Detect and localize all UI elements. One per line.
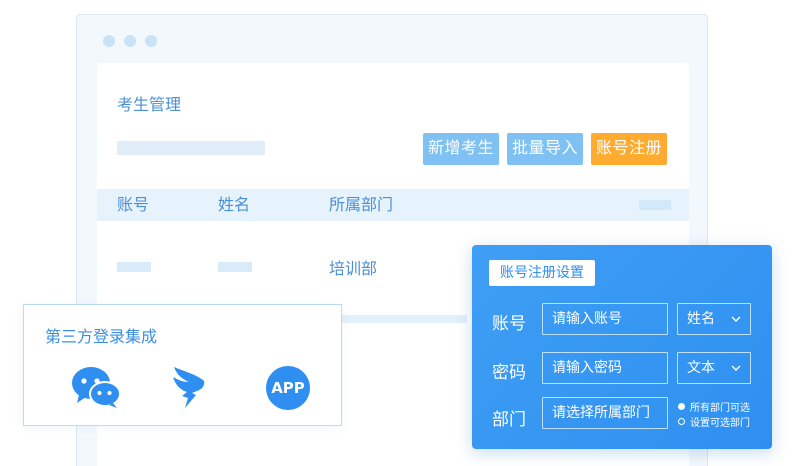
third-party-title: 第三方登录集成: [45, 327, 158, 346]
cell-name-placeholder: [218, 262, 252, 272]
account-label: 账号: [492, 314, 526, 334]
panel-title: 账号注册设置: [489, 260, 595, 286]
batch-import-button[interactable]: 批量导入: [507, 133, 583, 165]
password-select[interactable]: 文本: [677, 352, 751, 384]
add-examinee-button[interactable]: 新增考生: [423, 133, 499, 165]
dingtalk-icon[interactable]: [171, 365, 207, 409]
row-placeholder: [327, 315, 467, 323]
password-input[interactable]: 请输入密码: [542, 352, 668, 384]
account-select[interactable]: 姓名: [677, 303, 751, 335]
column-header-placeholder: [639, 200, 671, 210]
chevron-down-icon: [731, 316, 741, 322]
column-header-account: 账号: [117, 195, 150, 214]
column-header-name: 姓名: [218, 195, 251, 214]
chevron-down-icon: [731, 365, 741, 371]
app-icon[interactable]: APP: [266, 366, 310, 410]
window-dot-1[interactable]: [103, 35, 115, 47]
table-header: 账号 姓名 所属部门: [97, 189, 689, 221]
department-input[interactable]: 请选择所属部门: [542, 397, 668, 429]
department-radio-group: 所有部门可选 设置可选部门: [678, 399, 750, 429]
radio-selected-icon: [678, 402, 685, 410]
radio-set-departments[interactable]: 设置可选部门: [678, 414, 750, 429]
cell-dept: 培训部: [329, 259, 378, 278]
department-label: 部门: [492, 410, 526, 430]
search-input-placeholder[interactable]: [117, 141, 265, 155]
account-select-value: 姓名: [687, 311, 715, 327]
window-dot-3[interactable]: [145, 35, 157, 47]
window-controls: [103, 35, 157, 47]
cell-account-placeholder: [117, 262, 151, 272]
column-header-dept: 所属部门: [329, 195, 394, 214]
radio-unselected-icon: [678, 417, 685, 425]
radio-label: 设置可选部门: [690, 417, 750, 429]
account-register-button[interactable]: 账号注册: [591, 133, 667, 165]
third-party-login-card: 第三方登录集成 APP: [23, 304, 342, 426]
radio-all-departments[interactable]: 所有部门可选: [678, 399, 750, 414]
account-input[interactable]: 请输入账号: [542, 303, 668, 335]
password-select-value: 文本: [687, 360, 715, 376]
wechat-icon[interactable]: [71, 365, 121, 409]
password-label: 密码: [492, 363, 526, 383]
radio-label: 所有部门可选: [690, 402, 750, 414]
window-dot-2[interactable]: [124, 35, 136, 47]
register-settings-panel: 账号注册设置 账号 请输入账号 姓名 密码 请输入密码 文本 部门 请选择所属部…: [472, 245, 772, 449]
page-title: 考生管理: [117, 95, 182, 114]
